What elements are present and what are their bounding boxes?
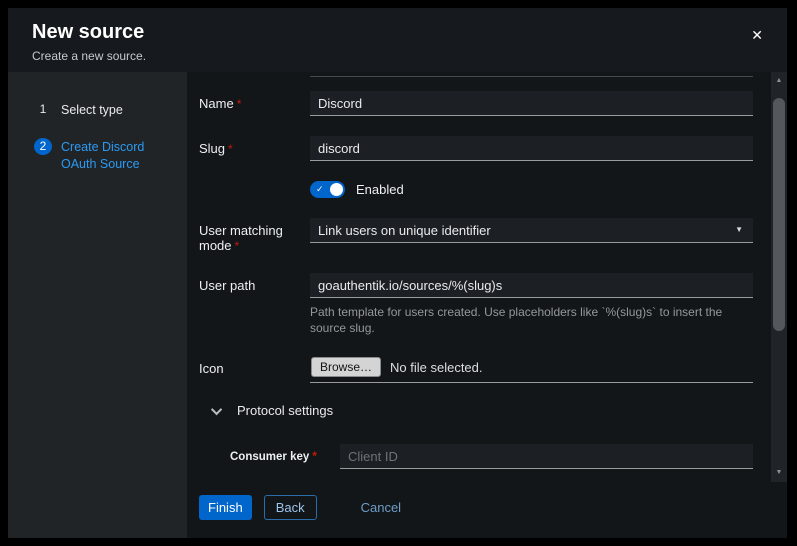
selected-value: Link users on unique identifier xyxy=(318,223,491,238)
user-path-input[interactable] xyxy=(310,273,753,298)
scroll-up-icon: ▲ xyxy=(776,77,783,84)
wizard-form: Name* Slug* xyxy=(187,72,771,482)
icon-file-status: No file selected. xyxy=(390,360,483,375)
scroll-down-button[interactable]: ▼ xyxy=(771,466,787,480)
wizard-step-create-discord-oauth-source[interactable]: 2 Create Discord OAuth Source xyxy=(8,129,187,183)
user-matching-mode-row: User matching mode* Link users on unique… xyxy=(199,218,753,253)
icon-label: Icon xyxy=(199,356,310,376)
modal-footer: Finish Back Cancel xyxy=(187,482,787,538)
enabled-label: Enabled xyxy=(356,182,404,197)
required-marker: * xyxy=(235,239,240,253)
wizard-steps: 1 Select type 2 Create Discord OAuth Sou… xyxy=(8,72,187,538)
modal-header: New source Create a new source. ✕ xyxy=(8,8,787,72)
caret-down-icon: ▼ xyxy=(735,226,743,234)
icon-row: Icon Browse… No file selected. xyxy=(199,356,753,383)
step-number: 1 xyxy=(34,101,52,118)
clipped-field-border xyxy=(310,72,753,77)
wizard-step-select-type[interactable]: 1 Select type xyxy=(8,92,187,129)
user-path-label: User path xyxy=(199,273,310,293)
chevron-down-icon xyxy=(211,404,222,415)
protocol-settings-section: Consumer key* Consumer secret* xyxy=(230,444,753,482)
protocol-settings-toggle[interactable]: Protocol settings xyxy=(214,403,753,418)
step-label: Create Discord OAuth Source xyxy=(61,138,179,174)
scroll-down-icon: ▼ xyxy=(776,469,783,476)
back-button[interactable]: Back xyxy=(264,495,317,520)
scrollbar[interactable]: ▲ ▼ xyxy=(771,72,787,482)
slug-input[interactable] xyxy=(310,136,753,161)
wizard-content: Name* Slug* xyxy=(187,72,787,538)
name-label: Name* xyxy=(199,91,310,111)
cancel-button[interactable]: Cancel xyxy=(359,495,403,520)
slug-label: Slug* xyxy=(199,136,310,156)
protocol-settings-label: Protocol settings xyxy=(237,403,333,418)
step-number: 2 xyxy=(34,138,52,155)
icon-browse-button[interactable]: Browse… xyxy=(311,357,381,377)
consumer-key-row: Consumer key* xyxy=(230,444,753,469)
finish-button[interactable]: Finish xyxy=(199,495,252,520)
scroll-thumb[interactable] xyxy=(773,98,785,331)
user-path-row: User path Path template for users create… xyxy=(199,273,753,336)
slug-row: Slug* xyxy=(199,136,753,161)
user-matching-mode-label: User matching mode* xyxy=(199,218,310,253)
enabled-row: ✓ Enabled xyxy=(199,181,753,198)
enabled-switch[interactable]: ✓ xyxy=(310,181,345,198)
modal-subtitle: Create a new source. xyxy=(32,49,763,63)
icon-file-input: Browse… No file selected. xyxy=(310,356,753,383)
consumer-key-input[interactable] xyxy=(340,444,753,469)
step-label: Select type xyxy=(61,101,123,120)
new-source-modal: New source Create a new source. ✕ 1 Sele… xyxy=(8,8,787,538)
modal-title: New source xyxy=(32,21,763,44)
user-path-help: Path template for users created. Use pla… xyxy=(310,305,753,336)
required-marker: * xyxy=(237,97,242,111)
form-scroll-region: Name* Slug* xyxy=(187,72,787,482)
close-icon: ✕ xyxy=(751,27,763,43)
user-matching-mode-select[interactable]: Link users on unique identifier ▼ xyxy=(310,218,753,243)
required-marker: * xyxy=(312,449,317,463)
required-marker: * xyxy=(228,142,233,156)
scroll-up-button[interactable]: ▲ xyxy=(771,74,787,88)
name-input[interactable] xyxy=(310,91,753,116)
name-row: Name* xyxy=(199,91,753,116)
close-button[interactable]: ✕ xyxy=(749,26,765,44)
switch-knob xyxy=(330,183,343,196)
modal-body: 1 Select type 2 Create Discord OAuth Sou… xyxy=(8,72,787,538)
check-icon: ✓ xyxy=(316,184,324,195)
consumer-key-label: Consumer key* xyxy=(230,444,340,463)
